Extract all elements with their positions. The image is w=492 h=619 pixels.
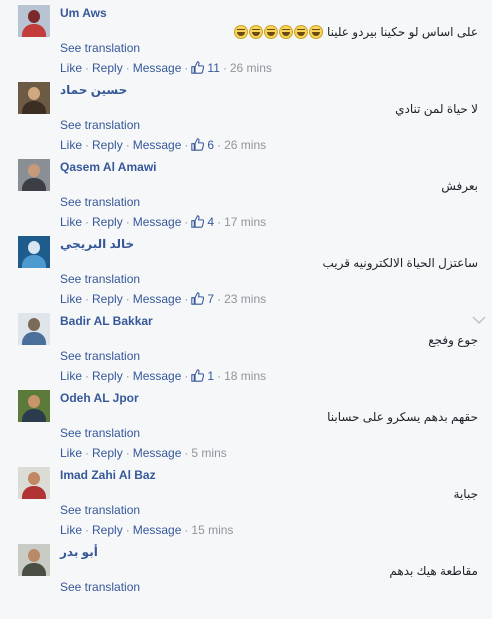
comment-text: حقهم بدهم يسكرو على حسابنا <box>327 410 478 424</box>
like-link[interactable]: Like <box>60 523 82 537</box>
grin-emoji-icon <box>308 25 323 39</box>
like-link[interactable]: Like <box>60 446 82 460</box>
thumbs-up-icon <box>191 138 205 151</box>
comment-text: بعرفش <box>441 179 478 193</box>
message-link[interactable]: Message <box>133 446 182 460</box>
timestamp[interactable]: 15 mins <box>191 523 233 537</box>
commenter-name[interactable]: أبو بدر <box>60 545 98 559</box>
like-count[interactable]: 11 <box>191 61 220 75</box>
commenter-name[interactable]: حسين حماد <box>60 83 127 97</box>
reply-link[interactable]: Reply <box>92 138 123 152</box>
comment-item: Odeh AL Jpor حقهم بدهم يسكرو على حسابنا … <box>0 388 492 465</box>
thumbs-up-icon <box>191 61 205 74</box>
avatar[interactable] <box>18 390 50 422</box>
timestamp[interactable]: 18 mins <box>224 369 266 383</box>
see-translation-link[interactable]: See translation <box>60 580 140 594</box>
message-link[interactable]: Message <box>133 369 182 383</box>
emoji-group <box>233 25 324 42</box>
comment-item: Badir AL Bakkar جوع وفجع See translation… <box>0 311 492 388</box>
comment-actions: Like · Reply · Message · 1 · 18 mins <box>60 369 267 383</box>
like-count[interactable]: 7 <box>191 292 214 306</box>
see-translation-link[interactable]: See translation <box>60 118 140 132</box>
reply-link[interactable]: Reply <box>92 523 123 537</box>
message-link[interactable]: Message <box>133 138 182 152</box>
avatar[interactable] <box>18 236 50 268</box>
commenter-name[interactable]: Imad Zahi Al Baz <box>60 468 156 482</box>
comment-item: Qasem Al Amawi بعرفش See translation Lik… <box>0 157 492 234</box>
like-count[interactable]: 6 <box>191 138 214 152</box>
see-translation-link[interactable]: See translation <box>60 349 140 363</box>
reply-link[interactable]: Reply <box>92 215 123 229</box>
commenter-name[interactable]: Um Aws <box>60 6 107 20</box>
comment-actions: Like · Reply · Message · 6 · 26 mins <box>60 138 267 152</box>
reply-link[interactable]: Reply <box>92 292 123 306</box>
comment-actions: Like · Reply · Message · 11 · 26 mins <box>60 61 272 75</box>
avatar[interactable] <box>18 467 50 499</box>
timestamp[interactable]: 23 mins <box>224 292 266 306</box>
comment-text: جباية <box>453 487 478 501</box>
comment-item: خالد البريجي ساعتزل الحياة الالكترونيه ق… <box>0 234 492 311</box>
comment-text: على اساس لو حكينا بيردو علينا <box>230 25 478 42</box>
comment-text: ساعتزل الحياة الالكترونيه قريب <box>322 256 478 270</box>
reply-link[interactable]: Reply <box>92 61 123 75</box>
grin-emoji-icon <box>248 25 263 39</box>
thumbs-up-icon <box>191 369 205 382</box>
timestamp[interactable]: 5 mins <box>191 446 226 460</box>
comment-item: Um Aws على اساس لو حكينا بيردو علينا See… <box>0 3 492 80</box>
grin-emoji-icon <box>278 25 293 39</box>
comment-actions: Like · Reply · Message · 4 · 17 mins <box>60 215 267 229</box>
comment-text: جوع وفجع <box>428 333 478 347</box>
comment-text: مقاطعة هيك بدهم <box>389 564 478 578</box>
see-translation-link[interactable]: See translation <box>60 272 140 286</box>
like-link[interactable]: Like <box>60 61 82 75</box>
comment-actions: Like · Reply · Message · 15 mins <box>60 523 234 537</box>
commenter-name[interactable]: Badir AL Bakkar <box>60 314 153 328</box>
comment-item: Imad Zahi Al Baz جباية See translation L… <box>0 465 492 542</box>
avatar[interactable] <box>18 544 50 576</box>
avatar[interactable] <box>18 5 50 37</box>
chevron-down-icon[interactable] <box>472 315 486 325</box>
timestamp[interactable]: 26 mins <box>230 61 272 75</box>
message-link[interactable]: Message <box>133 215 182 229</box>
comment-body: على اساس لو حكينا بيردو علينا <box>326 25 478 39</box>
grin-emoji-icon <box>233 25 248 39</box>
commenter-name[interactable]: Odeh AL Jpor <box>60 391 139 405</box>
like-count[interactable]: 1 <box>191 369 214 383</box>
comment-actions: Like · Reply · Message · 5 mins <box>60 446 227 460</box>
like-link[interactable]: Like <box>60 292 82 306</box>
see-translation-link[interactable]: See translation <box>60 503 140 517</box>
like-count[interactable]: 4 <box>191 215 214 229</box>
like-link[interactable]: Like <box>60 138 82 152</box>
comments-list: Um Aws على اساس لو حكينا بيردو علينا See… <box>0 0 492 594</box>
reply-link[interactable]: Reply <box>92 446 123 460</box>
comment-actions: Like · Reply · Message · 7 · 23 mins <box>60 292 267 306</box>
timestamp[interactable]: 17 mins <box>224 215 266 229</box>
avatar[interactable] <box>18 159 50 191</box>
comment-item: حسين حماد لا حياة لمن تنادي See translat… <box>0 80 492 157</box>
avatar[interactable] <box>18 313 50 345</box>
like-link[interactable]: Like <box>60 215 82 229</box>
message-link[interactable]: Message <box>133 292 182 306</box>
see-translation-link[interactable]: See translation <box>60 426 140 440</box>
commenter-name[interactable]: Qasem Al Amawi <box>60 160 156 174</box>
thumbs-up-icon <box>191 292 205 305</box>
see-translation-link[interactable]: See translation <box>60 195 140 209</box>
comment-text: لا حياة لمن تنادي <box>395 102 478 116</box>
grin-emoji-icon <box>293 25 308 39</box>
reply-link[interactable]: Reply <box>92 369 123 383</box>
commenter-name[interactable]: خالد البريجي <box>60 237 134 251</box>
grin-emoji-icon <box>263 25 278 39</box>
thumbs-up-icon <box>191 215 205 228</box>
message-link[interactable]: Message <box>133 61 182 75</box>
like-link[interactable]: Like <box>60 369 82 383</box>
comment-item: أبو بدر مقاطعة هيك بدهم See translation <box>0 542 492 619</box>
message-link[interactable]: Message <box>133 523 182 537</box>
timestamp[interactable]: 26 mins <box>224 138 266 152</box>
see-translation-link[interactable]: See translation <box>60 41 140 55</box>
avatar[interactable] <box>18 82 50 114</box>
